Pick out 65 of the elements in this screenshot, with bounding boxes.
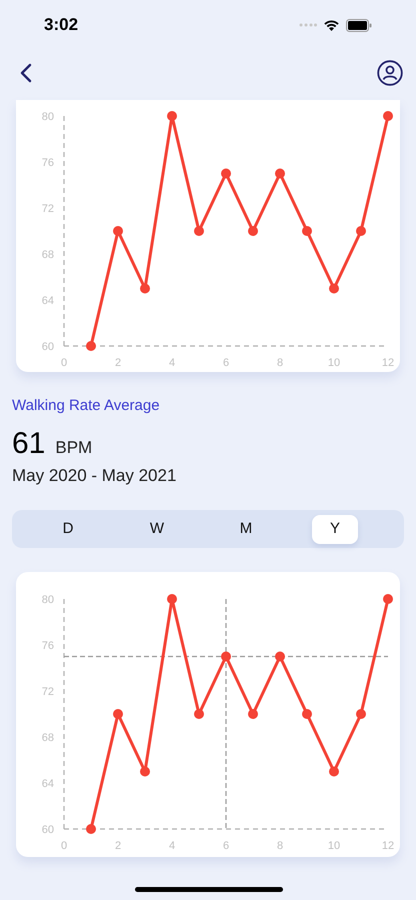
range-tab[interactable]: M: [223, 514, 269, 544]
axis-label: 68: [42, 249, 54, 261]
axis-label: 2: [114, 357, 122, 369]
data-point: [194, 709, 204, 719]
axis-label: 72: [42, 203, 54, 215]
signal-icon: [299, 23, 317, 27]
data-point: [383, 594, 393, 604]
axis-label: 8: [276, 840, 284, 852]
battery-icon: [346, 18, 372, 32]
wifi-icon: [323, 19, 340, 31]
axis-label: 64: [42, 295, 54, 307]
status-time: 3:02: [44, 14, 78, 36]
data-point: [140, 766, 150, 776]
axis-label: 10: [328, 357, 340, 369]
axis-label: 60: [42, 341, 54, 353]
axis-label: 8: [276, 357, 284, 369]
data-point: [86, 341, 96, 351]
axis-label: 10: [328, 840, 340, 852]
data-point: [356, 226, 366, 236]
unit-label: BPM: [55, 437, 92, 459]
data-point: [221, 168, 231, 178]
data-point: [140, 284, 150, 294]
axis-label: 6: [222, 357, 230, 369]
axis-label: 0: [60, 357, 68, 369]
axis-label: 6: [222, 840, 230, 852]
profile-button[interactable]: [377, 60, 403, 86]
axis-label: 60: [42, 824, 54, 836]
axis-label: 72: [42, 686, 54, 698]
axis-label: 80: [42, 111, 54, 123]
axis-label: 68: [42, 732, 54, 744]
section-title: Walking Rate Average: [12, 396, 161, 416]
data-point: [113, 226, 123, 236]
data-point: [248, 226, 258, 236]
data-point: [329, 284, 339, 294]
data-point: [167, 111, 177, 121]
axis-label: 64: [42, 778, 54, 790]
back-icon: [20, 63, 32, 83]
data-point: [275, 168, 285, 178]
axis-label: 2: [114, 840, 122, 852]
data-point: [194, 226, 204, 236]
average-value: 61: [12, 426, 46, 462]
data-point: [329, 766, 339, 776]
data-point: [167, 594, 177, 604]
data-point: [275, 652, 285, 662]
range-tab[interactable]: Y: [312, 514, 358, 544]
date-range: May 2020 - May 2021: [12, 465, 178, 487]
data-point: [113, 709, 123, 719]
data-point: [383, 111, 393, 121]
axis-label: 4: [168, 840, 176, 852]
axis-label: 76: [42, 640, 54, 652]
range-tab[interactable]: W: [134, 514, 180, 544]
axis-label: 76: [42, 157, 54, 169]
axis-label: 12: [382, 840, 394, 852]
range-tab[interactable]: D: [45, 514, 91, 544]
data-point: [221, 652, 231, 662]
data-point: [248, 709, 258, 719]
axis-label: 80: [42, 594, 54, 606]
axis-label: 4: [168, 357, 176, 369]
profile-icon: [377, 60, 403, 86]
axis-label: 12: [382, 357, 394, 369]
data-point: [86, 824, 96, 834]
data-point: [302, 226, 312, 236]
data-point: [356, 709, 366, 719]
data-point: [302, 709, 312, 719]
axis-label: 0: [60, 840, 68, 852]
